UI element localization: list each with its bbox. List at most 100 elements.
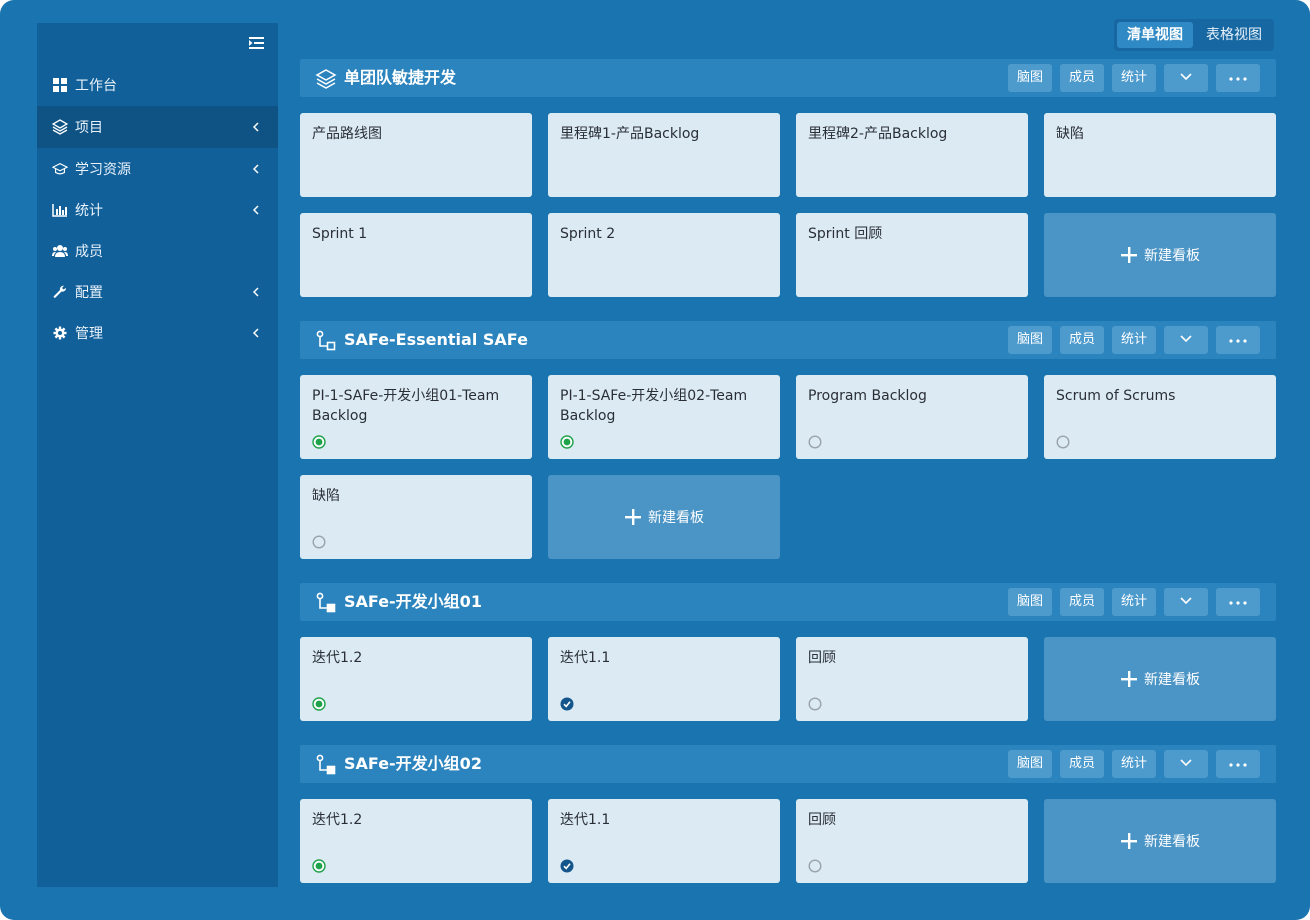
board-card[interactable]: 迭代1.1 (548, 637, 780, 721)
mindmap-button[interactable]: 脑图 (1008, 64, 1052, 92)
new-board-label: 新建看板 (1144, 834, 1200, 850)
hierarchy-icon (315, 592, 337, 614)
board-title: 迭代1.1 (560, 650, 611, 666)
sidebar-item-config[interactable]: 配置 (37, 271, 278, 313)
board-title: Scrum of Scrums (1056, 388, 1176, 404)
status-active-icon (312, 859, 326, 873)
more-button[interactable] (1216, 64, 1260, 92)
more-button[interactable] (1216, 750, 1260, 778)
status-pending-icon (1056, 435, 1070, 449)
plus-icon (1121, 833, 1137, 849)
expand-button[interactable] (1164, 326, 1208, 354)
chevron-down-icon (1180, 597, 1192, 605)
board-card[interactable]: Scrum of Scrums (1044, 375, 1276, 459)
sidebar-item-label: 统计 (75, 203, 103, 219)
sidebar-item-workbench[interactable]: 工作台 (37, 64, 278, 106)
board-card[interactable]: 产品路线图 (300, 113, 532, 197)
plus-icon (1121, 671, 1137, 687)
table-view-button[interactable]: 表格视图 (1197, 22, 1271, 48)
mindmap-button[interactable]: 脑图 (1008, 326, 1052, 354)
board-card[interactable]: Sprint 1 (300, 213, 532, 297)
board-title: 产品路线图 (312, 126, 382, 142)
board-card[interactable]: Program Backlog (796, 375, 1028, 459)
chevron-left-icon (252, 326, 260, 340)
members-button[interactable]: 成员 (1060, 750, 1104, 778)
layers-icon (315, 68, 337, 90)
new-board-button[interactable]: 新建看板 (1044, 799, 1276, 883)
plus-icon (625, 509, 641, 525)
graduation-cap-icon (52, 161, 68, 177)
new-board-button[interactable]: 新建看板 (1044, 637, 1276, 721)
board-title: PI-1-SAFe-开发小组02-Team Backlog (560, 388, 748, 424)
board-card[interactable]: PI-1-SAFe-开发小组02-Team Backlog (548, 375, 780, 459)
sidebar-item-label: 工作台 (75, 78, 117, 94)
new-board-button[interactable]: 新建看板 (1044, 213, 1276, 297)
board-title: 里程碑2-产品Backlog (808, 126, 948, 142)
sidebar-item-label: 项目 (75, 120, 103, 136)
expand-button[interactable] (1164, 64, 1208, 92)
board-card[interactable]: 缺陷 (300, 475, 532, 559)
chevron-left-icon (252, 120, 260, 134)
board-card[interactable]: 迭代1.1 (548, 799, 780, 883)
sidebar-item-admin[interactable]: 管理 (37, 312, 278, 354)
sidebar-item-members[interactable]: 成员 (37, 230, 278, 272)
board-card[interactable]: 迭代1.2 (300, 637, 532, 721)
more-dots-icon (1229, 601, 1247, 605)
more-dots-icon (1229, 763, 1247, 767)
board-title: 迭代1.1 (560, 812, 611, 828)
new-board-label: 新建看板 (1144, 672, 1200, 688)
board-card[interactable]: 里程碑1-产品Backlog (548, 113, 780, 197)
app-window: 工作台 项目 学习资源 统计 成员 配置 管理 清单视图 表格视图 单团队敏捷开… (0, 0, 1310, 920)
more-button[interactable] (1216, 326, 1260, 354)
status-active-icon (312, 435, 326, 449)
status-pending-icon (312, 535, 326, 549)
board-card[interactable]: Sprint 回顾 (796, 213, 1028, 297)
stats-button[interactable]: 统计 (1112, 64, 1156, 92)
sidebar-item-label: 学习资源 (75, 162, 131, 178)
mindmap-button[interactable]: 脑图 (1008, 750, 1052, 778)
status-active-icon (312, 697, 326, 711)
chevron-left-icon (252, 203, 260, 217)
sidebar-item-projects[interactable]: 项目 (37, 106, 278, 148)
chevron-left-icon (252, 285, 260, 299)
board-card[interactable]: PI-1-SAFe-开发小组01-Team Backlog (300, 375, 532, 459)
board-card[interactable]: Sprint 2 (548, 213, 780, 297)
stats-button[interactable]: 统计 (1112, 326, 1156, 354)
board-title: Sprint 2 (560, 226, 616, 242)
stats-button[interactable]: 统计 (1112, 588, 1156, 616)
list-view-button[interactable]: 清单视图 (1117, 22, 1193, 48)
status-done-icon (560, 697, 574, 711)
members-button[interactable]: 成员 (1060, 326, 1104, 354)
board-title: 回顾 (808, 812, 836, 828)
board-title: Sprint 回顾 (808, 226, 883, 242)
members-button[interactable]: 成员 (1060, 588, 1104, 616)
hierarchy-icon (315, 330, 337, 352)
status-done-icon (560, 859, 574, 873)
plus-icon (1121, 247, 1137, 263)
menu-collapse-icon[interactable] (249, 35, 265, 49)
new-board-button[interactable]: 新建看板 (548, 475, 780, 559)
hierarchy-icon (315, 754, 337, 776)
board-card[interactable]: 缺陷 (1044, 113, 1276, 197)
board-card[interactable]: 回顾 (796, 637, 1028, 721)
board-title: 迭代1.2 (312, 812, 363, 828)
expand-button[interactable] (1164, 750, 1208, 778)
section-title: SAFe-开发小组02 (344, 754, 482, 773)
expand-button[interactable] (1164, 588, 1208, 616)
section-title: SAFe-Essential SAFe (344, 330, 528, 349)
gear-icon (52, 325, 68, 341)
board-card[interactable]: 迭代1.2 (300, 799, 532, 883)
members-button[interactable]: 成员 (1060, 64, 1104, 92)
chevron-down-icon (1180, 335, 1192, 343)
board-card[interactable]: 里程碑2-产品Backlog (796, 113, 1028, 197)
new-board-label: 新建看板 (1144, 248, 1200, 264)
status-pending-icon (808, 697, 822, 711)
more-button[interactable] (1216, 588, 1260, 616)
board-card[interactable]: 回顾 (796, 799, 1028, 883)
sidebar-item-learning[interactable]: 学习资源 (37, 148, 278, 190)
stats-button[interactable]: 统计 (1112, 750, 1156, 778)
mindmap-button[interactable]: 脑图 (1008, 588, 1052, 616)
sidebar-item-stats[interactable]: 统计 (37, 189, 278, 231)
sidebar-item-label: 管理 (75, 326, 103, 342)
board-title: Sprint 1 (312, 226, 368, 242)
